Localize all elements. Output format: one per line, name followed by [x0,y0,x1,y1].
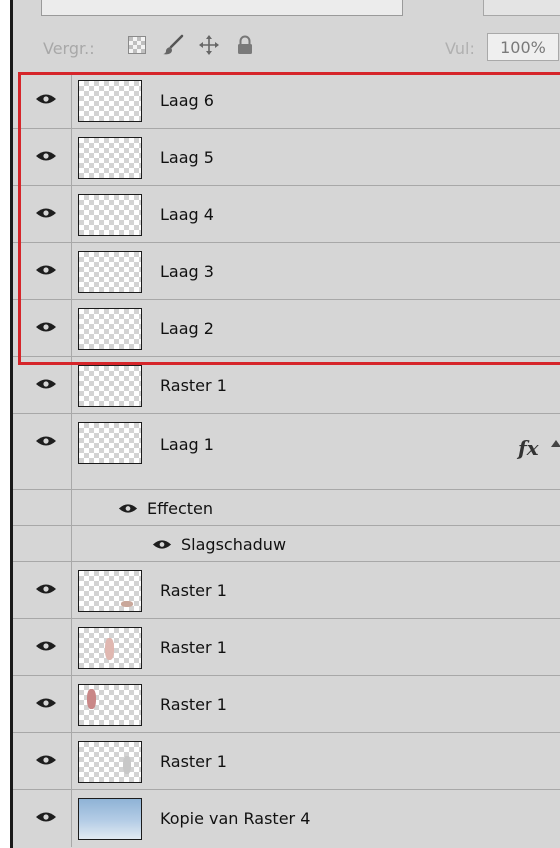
eye-icon[interactable] [33,808,59,826]
layer-row-laag-3[interactable]: Laag 3 [13,243,560,300]
layer-name[interactable]: Raster 1 [160,752,227,771]
visibility-cell [13,676,72,732]
effects-group-row[interactable]: Effecten [13,490,560,526]
layer-row-laag-6[interactable]: Laag 6 [13,72,560,129]
layer-row-raster-1[interactable]: Raster 1 [13,676,560,733]
visibility-cell [13,790,72,847]
eye-icon[interactable] [33,261,59,279]
layer-list: Laag 6 Laag 5 Laag 4 Laag 3 Laag 2 Raste… [13,72,560,847]
blend-mode-field[interactable] [41,0,403,16]
visibility-cell [13,129,72,185]
layer-effects-badge[interactable]: fx [518,436,539,460]
layer-name[interactable]: Laag 3 [160,262,214,281]
visibility-cell [13,186,72,242]
eye-icon[interactable] [33,580,59,598]
layer-row-laag-4[interactable]: Laag 4 [13,186,560,243]
layer-thumbnail[interactable] [78,194,142,236]
layer-row-kopie-van-raster-4[interactable]: Kopie van Raster 4 [13,790,560,847]
layer-name[interactable]: Laag 4 [160,205,214,224]
layer-thumbnail[interactable] [78,80,142,122]
eye-icon[interactable] [33,147,59,165]
fill-input[interactable]: 100% [487,33,559,61]
layer-name[interactable]: Laag 5 [160,148,214,167]
layer-name[interactable]: Raster 1 [160,638,227,657]
layer-thumbnail[interactable] [78,308,142,350]
visibility-cell [13,357,72,413]
layer-thumbnail[interactable] [78,741,142,783]
layer-thumbnail[interactable] [78,365,142,407]
effect-row-slagschaduw[interactable]: Slagschaduw [13,526,560,562]
effects-group-label: Effecten [147,499,214,518]
transparency-lock-icon[interactable] [125,33,149,57]
eye-icon[interactable] [33,204,59,222]
eye-icon[interactable] [33,432,59,450]
collapse-arrow-icon[interactable] [551,440,560,447]
layer-thumbnail[interactable] [78,684,142,726]
layers-panel: Vergr.: Vul: 100% Laag 6 Laag 5 Laag 4 L… [10,0,560,848]
eye-icon[interactable] [117,500,139,516]
eye-icon[interactable] [33,694,59,712]
layer-thumbnail[interactable] [78,137,142,179]
layer-thumbnail[interactable] [78,422,142,464]
visibility-cell [13,414,72,489]
visibility-cell [13,300,72,356]
eye-icon[interactable] [33,318,59,336]
visibility-cell [13,72,72,128]
visibility-cell [13,619,72,675]
layer-name[interactable]: Raster 1 [160,695,227,714]
layer-thumbnail[interactable] [78,798,142,840]
layer-row-raster-1[interactable]: Raster 1 [13,733,560,790]
layer-row-laag-2[interactable]: Laag 2 [13,300,560,357]
eye-icon[interactable] [151,536,173,552]
opacity-field[interactable] [483,0,560,16]
visibility-cell [13,243,72,299]
layer-row-laag-5[interactable]: Laag 5 [13,129,560,186]
layer-name[interactable]: Raster 1 [160,376,227,395]
layer-thumbnail[interactable] [78,570,142,612]
lock-bar: Vergr.: Vul: 100% [13,25,560,69]
layer-name[interactable]: Laag 6 [160,91,214,110]
visibility-cell [13,526,72,561]
layer-row-laag-1[interactable]: Laag 1 fx [13,414,560,490]
layer-row-raster-1[interactable]: Raster 1 [13,357,560,414]
layer-name[interactable]: Raster 1 [160,581,227,600]
visibility-cell [13,490,72,525]
lock-icons [125,33,257,57]
layer-thumbnail[interactable] [78,251,142,293]
fill-label: Vul: [445,39,475,58]
layer-name[interactable]: Kopie van Raster 4 [160,809,310,828]
padlock-icon[interactable] [233,33,257,57]
move-lock-icon[interactable] [197,33,221,57]
visibility-cell [13,733,72,789]
lock-label: Vergr.: [43,39,95,58]
layer-row-raster-1[interactable]: Raster 1 [13,562,560,619]
eye-icon[interactable] [33,90,59,108]
effect-label: Slagschaduw [181,535,287,554]
eye-icon[interactable] [33,751,59,769]
brush-lock-icon[interactable] [161,33,185,57]
layer-name[interactable]: Laag 2 [160,319,214,338]
layer-name[interactable]: Laag 1 [160,435,214,454]
eye-icon[interactable] [33,375,59,393]
visibility-cell [13,562,72,618]
layer-thumbnail[interactable] [78,627,142,669]
layer-row-raster-1[interactable]: Raster 1 [13,619,560,676]
eye-icon[interactable] [33,637,59,655]
